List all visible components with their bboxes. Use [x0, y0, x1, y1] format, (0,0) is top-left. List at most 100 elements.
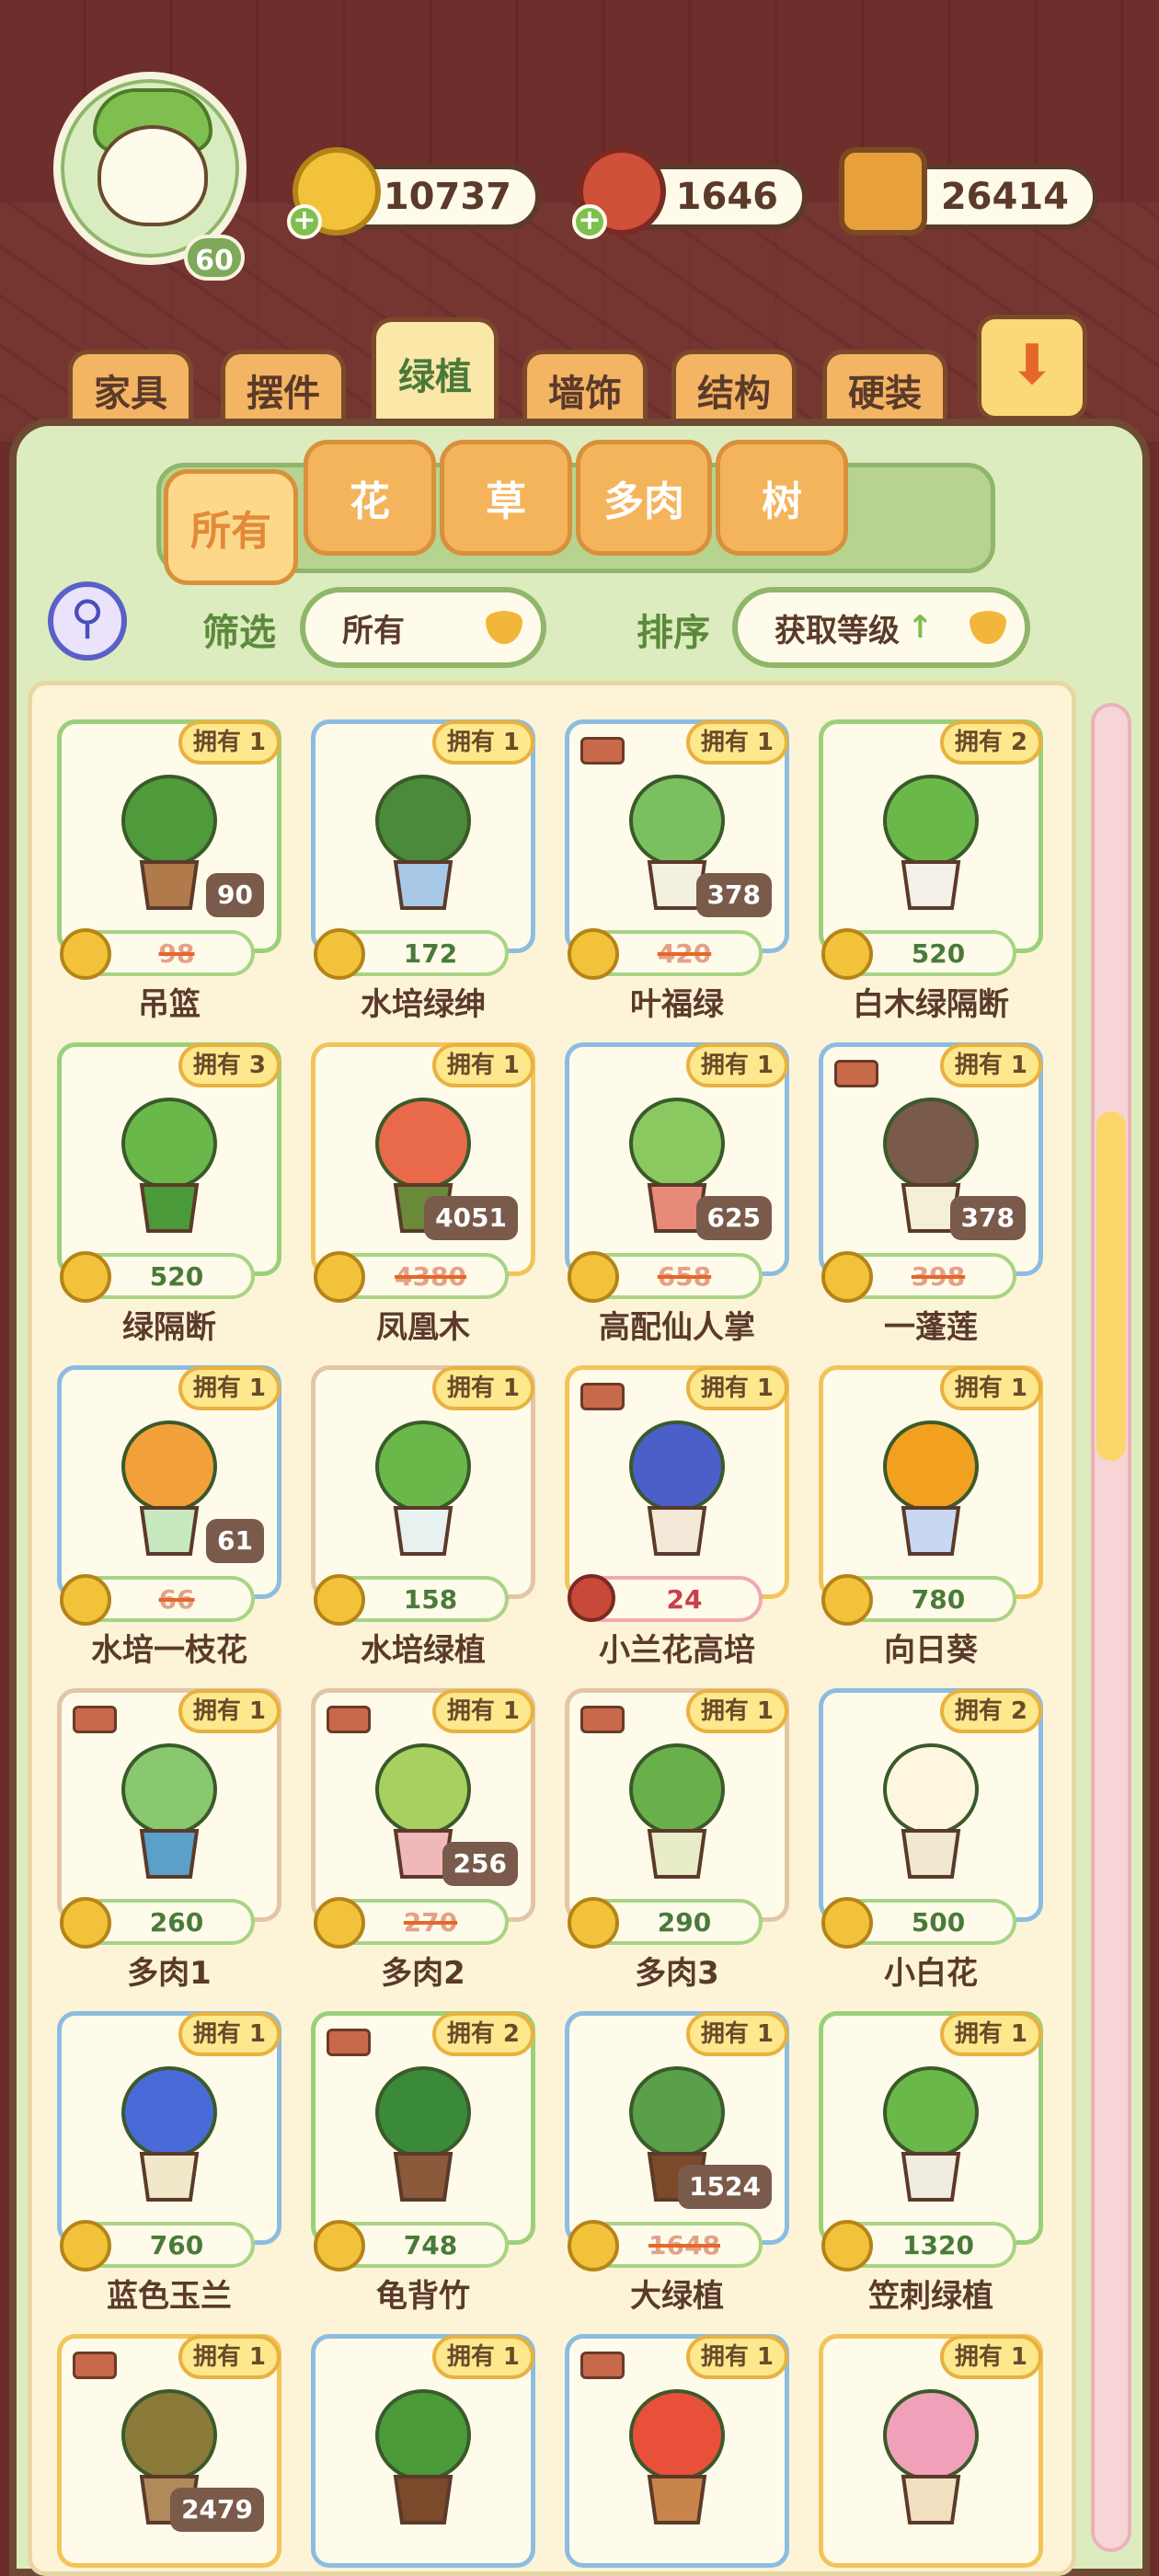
coin-icon	[60, 928, 111, 980]
tab-hard-decor[interactable]: 硬装	[822, 350, 947, 425]
price-bar: 748	[314, 2220, 509, 2271]
chevron-down-icon	[486, 611, 522, 644]
item-card[interactable]: 拥有 1	[819, 2334, 1043, 2568]
plant-illustration	[121, 2066, 217, 2202]
discount-price-tag: 1524	[678, 2165, 772, 2209]
item-name: 一蓬莲	[884, 1309, 978, 1346]
owned-count-badge: 拥有 1	[685, 1689, 788, 1733]
item-card[interactable]: 拥有 3 520	[57, 1042, 281, 1303]
tab-ornaments[interactable]: 摆件	[221, 350, 346, 425]
price-value: 520	[149, 1260, 204, 1292]
coin-icon	[821, 1574, 873, 1626]
tab-wall-decor[interactable]: 墙饰	[522, 350, 648, 425]
price-bar: 66	[60, 1574, 255, 1626]
owned-count-badge: 拥有 1	[178, 2012, 281, 2056]
subtab-flower[interactable]: 花	[304, 440, 436, 556]
subtab-grass[interactable]: 草	[440, 440, 572, 556]
plant-illustration	[121, 1743, 217, 1879]
item-card[interactable]: 拥有 1 1524 1648	[565, 2011, 789, 2271]
item-card[interactable]: 拥有 1 61 66	[57, 1365, 281, 1626]
collapse-arrow-button[interactable]: ⬇	[977, 315, 1087, 420]
search-button[interactable]: ⚲	[48, 581, 127, 661]
discount-price-tag: 61	[206, 1519, 264, 1563]
scrollbar-thumb[interactable]	[1096, 1111, 1126, 1461]
item-card[interactable]: 拥有 1 378 398	[819, 1042, 1043, 1303]
price-bar: 520	[60, 1251, 255, 1303]
owned-count-badge: 拥有 1	[431, 720, 534, 765]
item-card[interactable]: 拥有 1 290	[565, 1688, 789, 1949]
sort-dropdown[interactable]: 获取等级 ↑	[732, 587, 1030, 668]
subtab-all[interactable]: 所有	[164, 469, 298, 585]
item-card[interactable]: 拥有 1 158	[311, 1365, 535, 1626]
filter-label: 筛选	[202, 612, 276, 654]
discount-price-tag: 4051	[424, 1196, 518, 1240]
item-name: 多肉1	[127, 1955, 212, 1992]
item-card[interactable]: 拥有 1 260	[57, 1688, 281, 1949]
tab-furniture[interactable]: 家具	[68, 350, 193, 425]
item-card[interactable]: 拥有 1	[311, 2334, 535, 2568]
tab-plants[interactable]: 绿植	[372, 317, 499, 425]
filter-value: 所有	[342, 612, 405, 650]
plant-illustration	[375, 775, 471, 910]
item-card[interactable]: 拥有 1 90 98	[57, 719, 281, 980]
owned-count-badge: 拥有 1	[431, 1366, 534, 1410]
price-bar: 24	[568, 1574, 763, 1622]
item-card[interactable]: 拥有 1	[565, 2334, 789, 2568]
item-card[interactable]: 拥有 2 500	[819, 1688, 1043, 1949]
subtab-succulent[interactable]: 多肉	[576, 440, 712, 556]
owned-count-badge: 拥有 1	[939, 1043, 1042, 1087]
item-name: 叶福绿	[630, 986, 724, 1023]
discount-price-tag: 378	[949, 1196, 1026, 1240]
add-fruits-button[interactable]: +	[572, 204, 607, 239]
price-value: 66	[158, 1583, 195, 1615]
price-bar: 1320	[821, 2220, 1016, 2271]
item-card[interactable]: 拥有 1 24	[565, 1365, 789, 1622]
item-card[interactable]: 拥有 1 760	[57, 2011, 281, 2271]
price-bar: 420	[568, 928, 763, 980]
owned-count-badge: 拥有 1	[685, 2012, 788, 2056]
item-card[interactable]: 拥有 1 172	[311, 719, 535, 980]
owned-count-badge: 拥有 1	[178, 1689, 281, 1733]
tab-structure[interactable]: 结构	[671, 350, 797, 425]
item-card[interactable]: 拥有 2 748	[311, 2011, 535, 2271]
item-card[interactable]: 拥有 1 378 420	[565, 719, 789, 980]
plant-illustration	[121, 1098, 217, 1233]
price-value: 420	[657, 937, 712, 969]
price-value: 158	[403, 1583, 458, 1615]
plant-illustration	[375, 1420, 471, 1556]
price-value: 398	[911, 1260, 966, 1292]
coin-icon	[314, 1251, 365, 1303]
item-name: 蓝色玉兰	[107, 2278, 232, 2315]
coin-icon	[821, 2220, 873, 2271]
scrollbar[interactable]	[1091, 703, 1131, 2552]
add-coins-button[interactable]: +	[287, 204, 322, 239]
item-name: 凤凰木	[376, 1309, 470, 1346]
coin-icon	[314, 928, 365, 980]
item-name: 水培一枝花	[91, 1632, 247, 1669]
coin-icon	[568, 2220, 619, 2271]
owned-count-badge: 拥有 1	[431, 2335, 534, 2379]
price-bar: 658	[568, 1251, 763, 1303]
price-value: 98	[158, 937, 195, 969]
price-value: 748	[403, 2229, 458, 2260]
item-name: 小兰花高培	[599, 1632, 755, 1669]
item-card[interactable]: 拥有 1 1320	[819, 2011, 1043, 2271]
coin-icon	[60, 1251, 111, 1303]
plant-illustration	[629, 1743, 725, 1879]
item-card[interactable]: 拥有 2 520	[819, 719, 1043, 980]
item-card[interactable]: 拥有 1 256 270	[311, 1688, 535, 1949]
filter-dropdown[interactable]: 所有	[300, 587, 546, 668]
item-name: 高配仙人掌	[599, 1309, 755, 1346]
item-card[interactable]: 拥有 1 780	[819, 1365, 1043, 1626]
coin-icon	[60, 1574, 111, 1626]
price-bar: 172	[314, 928, 509, 980]
item-card[interactable]: 拥有 1 625 658	[565, 1042, 789, 1303]
owned-count-badge: 拥有 1	[939, 2335, 1042, 2379]
item-name: 吊篮	[138, 986, 201, 1023]
price-bar: 760	[60, 2220, 255, 2271]
item-card[interactable]: 拥有 1 2479	[57, 2334, 281, 2568]
item-card[interactable]: 拥有 1 4051 4380	[311, 1042, 535, 1303]
price-bar: 260	[60, 1897, 255, 1949]
subtab-tree[interactable]: 树	[716, 440, 848, 556]
plant-illustration	[883, 1420, 979, 1556]
